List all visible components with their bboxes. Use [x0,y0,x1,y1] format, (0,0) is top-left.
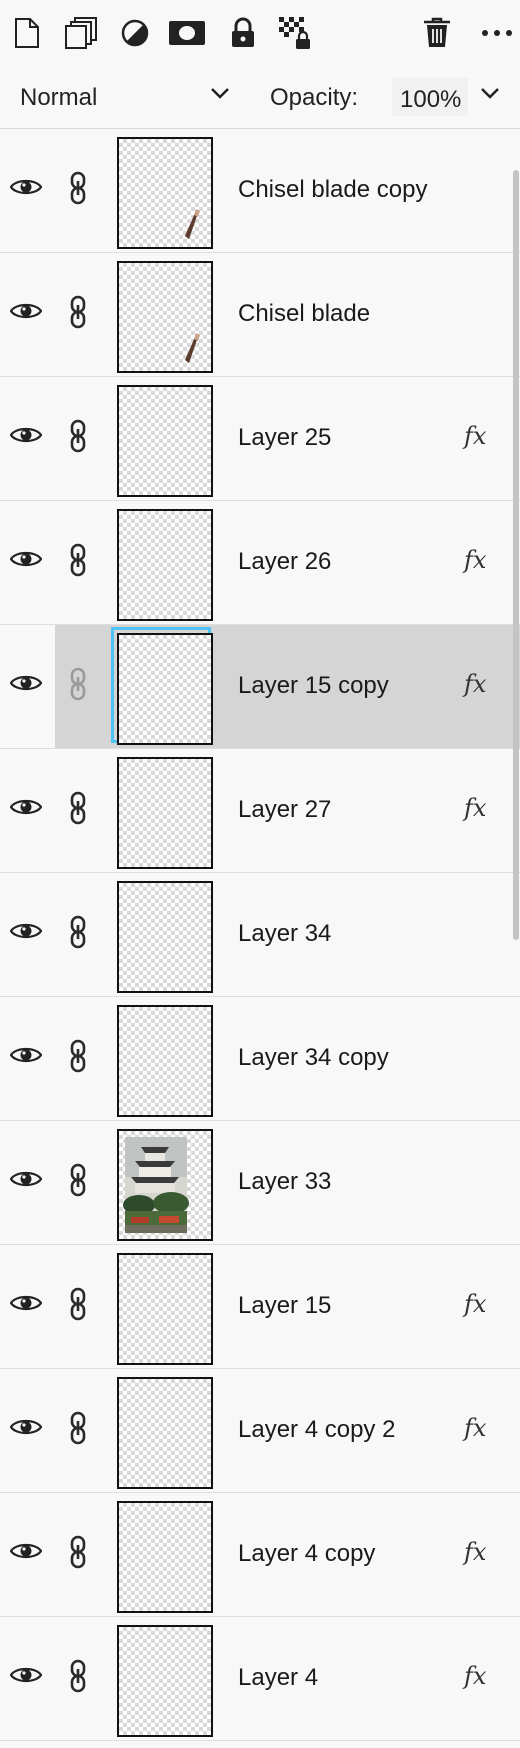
layer-thumbnail[interactable] [117,261,213,373]
link-icon[interactable] [68,1039,90,1075]
layer-row[interactable]: Layer 34 copy [0,997,520,1121]
layer-thumbnail[interactable] [117,633,213,745]
chevron-down-icon [210,86,230,104]
link-icon[interactable] [68,667,90,703]
link-icon[interactable] [68,543,90,579]
layer-row[interactable]: Chisel blade copy [0,129,520,253]
visibility-eye-icon[interactable] [9,1540,43,1568]
visibility-eye-icon[interactable] [9,176,43,204]
layer-name[interactable]: Layer 15 [238,1292,331,1320]
link-icon[interactable] [68,1287,90,1323]
visibility-eye-icon[interactable] [9,1664,43,1692]
opacity-label: Opacity: [270,84,359,111]
fx-icon[interactable]: fx [464,1662,486,1690]
fx-icon[interactable]: fx [464,1290,486,1318]
layer-name[interactable]: Layer 4 copy [238,1540,375,1568]
fx-icon[interactable]: fx [464,794,486,822]
layer-thumbnail[interactable] [117,1005,213,1117]
visibility-eye-icon[interactable] [9,1292,43,1320]
layer-row[interactable]: Chisel blade [0,253,520,377]
layer-name[interactable]: Layer 27 [238,796,331,824]
link-icon[interactable] [68,1535,90,1571]
link-icon[interactable] [68,419,90,455]
layer-row[interactable]: Layer 26 fx [0,501,520,625]
layers-toolbar [0,0,520,64]
opacity-value: 100% [400,86,462,113]
layer-row[interactable]: Layer 15 copy fx [0,625,520,749]
layer-thumbnail[interactable] [117,1129,213,1241]
link-icon[interactable] [68,915,90,951]
link-icon[interactable] [68,1163,90,1199]
layer-thumbnail[interactable] [117,1377,213,1489]
layer-name[interactable]: Layer 4 [238,1664,318,1692]
layer-row[interactable]: Layer 34 [0,873,520,997]
visibility-eye-icon[interactable] [9,1044,43,1072]
layer-row[interactable]: Layer 25 fx [0,377,520,501]
lock-transparency-icon[interactable] [276,14,314,52]
blend-opacity-row: Normal Opacity: 100% [0,64,520,129]
layer-name[interactable]: Chisel blade [238,300,370,328]
layer-name[interactable]: Layer 15 copy [238,672,389,700]
more-icon[interactable] [478,14,516,52]
layer-thumbnail[interactable] [117,757,213,869]
blend-mode-dropdown[interactable]: Normal [20,78,230,114]
visibility-eye-icon[interactable] [9,1168,43,1196]
fx-icon[interactable]: fx [464,546,486,574]
link-icon[interactable] [68,171,90,207]
layer-thumbnail[interactable] [117,1625,213,1737]
visibility-eye-icon[interactable] [9,548,43,576]
layer-thumbnail[interactable] [117,385,213,497]
layers-list: Chisel blade copy Chisel blade Layer 25 fx L… [0,129,520,1741]
layer-thumbnail[interactable] [117,137,213,249]
layer-thumbnail[interactable] [117,509,213,621]
fx-icon[interactable]: fx [464,670,486,698]
layer-name[interactable]: Layer 4 copy 2 [238,1416,395,1444]
new-layer-icon[interactable] [8,14,46,52]
mask-icon[interactable] [168,14,206,52]
layer-row[interactable]: Layer 4 copy 2 fx [0,1369,520,1493]
layer-thumbnail[interactable] [117,1501,213,1613]
layer-row[interactable]: Layer 15 fx [0,1245,520,1369]
layer-row[interactable]: Layer 4 copy fx [0,1493,520,1617]
visibility-eye-icon[interactable] [9,920,43,948]
opacity-chevron-down-icon[interactable] [480,86,500,104]
layer-name[interactable]: Layer 25 [238,424,331,452]
adjustment-icon[interactable] [116,14,154,52]
layer-thumbnail[interactable] [117,881,213,993]
layer-name[interactable]: Layer 34 [238,920,331,948]
link-icon[interactable] [68,1411,90,1447]
layer-name[interactable]: Layer 33 [238,1168,331,1196]
layer-row[interactable]: Layer 33 [0,1121,520,1245]
layer-row[interactable]: Layer 27 fx [0,749,520,873]
link-icon[interactable] [68,295,90,331]
duplicate-icon[interactable] [62,14,100,52]
fx-icon[interactable]: fx [464,422,486,450]
fx-icon[interactable]: fx [464,1538,486,1566]
visibility-eye-icon[interactable] [9,672,43,700]
visibility-eye-icon[interactable] [9,300,43,328]
link-icon[interactable] [68,791,90,827]
layer-name[interactable]: Layer 26 [238,548,331,576]
link-icon[interactable] [68,1659,90,1695]
blend-mode-value: Normal [20,84,98,111]
visibility-eye-icon[interactable] [9,1416,43,1444]
layer-name[interactable]: Layer 34 copy [238,1044,389,1072]
trash-icon[interactable] [418,14,456,52]
lock-icon[interactable] [224,14,262,52]
layer-name[interactable]: Chisel blade copy [238,176,427,204]
visibility-eye-icon[interactable] [9,424,43,452]
scrollbar[interactable] [513,170,519,940]
fx-icon[interactable]: fx [464,1414,486,1442]
visibility-eye-icon[interactable] [9,796,43,824]
layer-row[interactable]: Layer 4 fx [0,1617,520,1741]
opacity-input[interactable]: 100% [392,78,468,116]
layer-thumbnail[interactable] [117,1253,213,1365]
